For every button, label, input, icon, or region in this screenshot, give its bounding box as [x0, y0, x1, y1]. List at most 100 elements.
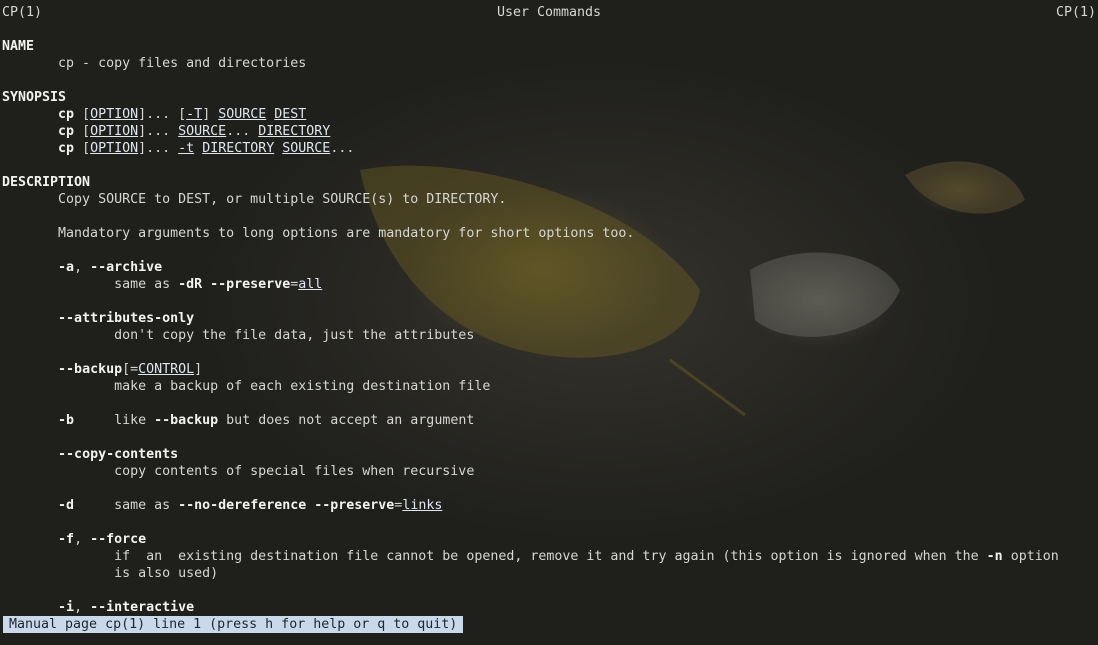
man-line: don't copy the file data, just the attri…: [2, 327, 1096, 344]
underlined-text: DIRECTORY: [258, 124, 331, 139]
man-line: make a backup of each existing destinati…: [2, 378, 1096, 395]
man-line: [2, 395, 1096, 412]
man-line: [2, 480, 1096, 497]
underlined-text: OPTION: [90, 124, 139, 139]
bold-text: cp: [58, 124, 75, 139]
man-line: DESCRIPTION: [2, 174, 1096, 191]
text: like: [74, 413, 155, 428]
bold-text: -b: [58, 413, 75, 428]
bold-text: cp: [58, 141, 75, 156]
man-line: Copy SOURCE to DEST, or multiple SOURCE(…: [2, 191, 1096, 208]
man-line: copy contents of special files when recu…: [2, 463, 1096, 480]
text: [2, 413, 58, 428]
text: ]...: [138, 124, 179, 139]
bold-text: -a: [58, 260, 75, 275]
bold-text: --copy-contents: [58, 447, 179, 462]
underlined-text: SOURCE: [218, 107, 267, 122]
underlined-text: -T: [186, 107, 203, 122]
text: [2, 532, 58, 547]
man-header: CP(1) User Commands CP(1): [2, 4, 1096, 21]
text: ...: [330, 141, 355, 156]
text: [: [74, 141, 91, 156]
bold-text: -f: [58, 532, 75, 547]
man-line: [2, 582, 1096, 599]
header-left: CP(1): [2, 5, 43, 20]
man-line: --backup[=CONTROL]: [2, 361, 1096, 378]
man-line: -d same as --no-dereference --preserve=l…: [2, 497, 1096, 514]
text: ,: [74, 260, 91, 275]
bold-text: SYNOPSIS: [2, 90, 67, 105]
text: ]...: [138, 141, 179, 156]
text: don't copy the file data, just the attri…: [2, 328, 475, 343]
text: [2, 600, 58, 615]
man-line: [2, 429, 1096, 446]
text: [2, 107, 58, 122]
bold-text: --force: [90, 532, 147, 547]
bold-text: --backup: [154, 413, 219, 428]
man-line: [2, 208, 1096, 225]
man-line: [2, 242, 1096, 259]
text: cp - copy files and directories: [2, 56, 307, 71]
text: ,: [74, 532, 91, 547]
man-line: cp [OPTION]... SOURCE... DIRECTORY: [2, 123, 1096, 140]
text: same as: [74, 498, 179, 513]
text: make a backup of each existing destinati…: [2, 379, 491, 394]
underlined-text: DEST: [274, 107, 307, 122]
man-line: -a, --archive: [2, 259, 1096, 276]
bold-text: --backup: [58, 362, 123, 377]
text: Mandatory arguments to long options are …: [2, 226, 635, 241]
header-title: User Commands: [496, 5, 602, 20]
text: but does not accept an argument: [218, 413, 475, 428]
man-line: [2, 344, 1096, 361]
man-line: NAME: [2, 38, 1096, 55]
text: if an existing destination file cannot b…: [2, 549, 987, 564]
underlined-text: SOURCE: [282, 141, 331, 156]
bold-text: -d: [58, 498, 75, 513]
text: [2, 498, 58, 513]
text: [2, 447, 58, 462]
underlined-text: DIRECTORY: [202, 141, 275, 156]
bold-text: -dR --preserve: [178, 277, 291, 292]
text: is also used): [2, 566, 219, 581]
text: [194, 141, 202, 156]
text: [=: [122, 362, 139, 377]
underlined-text: links: [402, 498, 443, 513]
underlined-text: OPTION: [90, 141, 139, 156]
underlined-text: -t: [178, 141, 195, 156]
bold-text: --no-dereference --preserve: [178, 498, 395, 513]
text: same as: [2, 277, 179, 292]
man-line: is also used): [2, 565, 1096, 582]
underlined-text: CONTROL: [138, 362, 195, 377]
pager-status: Manual page cp(1) line 1 (press h for he…: [3, 616, 464, 633]
man-line: -i, --interactive: [2, 599, 1096, 616]
underlined-text: SOURCE: [178, 124, 227, 139]
text: [2, 124, 58, 139]
man-line: same as -dR --preserve=all: [2, 276, 1096, 293]
bold-text: --archive: [90, 260, 163, 275]
man-line: cp [OPTION]... -t DIRECTORY SOURCE...: [2, 140, 1096, 157]
man-line: [2, 72, 1096, 89]
man-line: cp [OPTION]... [-T] SOURCE DEST: [2, 106, 1096, 123]
man-line: [2, 514, 1096, 531]
terminal-man-page: CP(1) User Commands CP(1) NAME cp - copy…: [2, 4, 1096, 633]
header-right: CP(1): [1055, 5, 1096, 20]
man-line: Mandatory arguments to long options are …: [2, 225, 1096, 242]
bold-text: DESCRIPTION: [2, 175, 91, 190]
man-line: SYNOPSIS: [2, 89, 1096, 106]
man-line: [2, 157, 1096, 174]
man-line: --attributes-only: [2, 310, 1096, 327]
text: [2, 311, 58, 326]
text: option: [1002, 549, 1059, 564]
bold-text: cp: [58, 107, 75, 122]
man-line: cp - copy files and directories: [2, 55, 1096, 72]
man-line: [2, 293, 1096, 310]
underlined-text: all: [298, 277, 323, 292]
text: [: [74, 107, 91, 122]
text: ...: [226, 124, 259, 139]
underlined-text: OPTION: [90, 107, 139, 122]
bold-text: --attributes-only: [58, 311, 195, 326]
text: ]: [194, 362, 203, 377]
bold-text: -n: [986, 549, 1003, 564]
bold-text: NAME: [2, 39, 35, 54]
man-line: if an existing destination file cannot b…: [2, 548, 1096, 565]
